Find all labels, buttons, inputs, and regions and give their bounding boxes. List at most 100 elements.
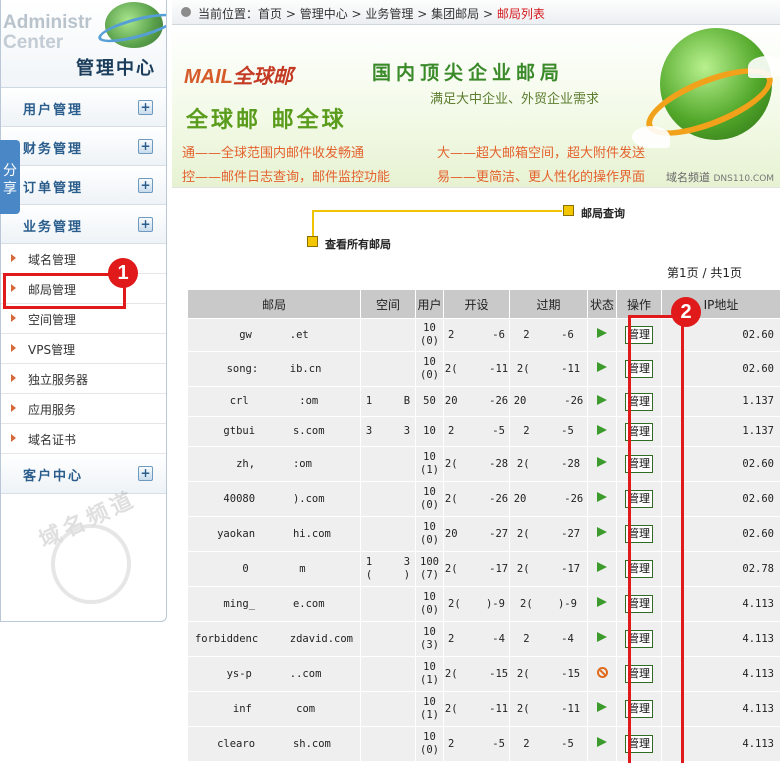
section-business-management[interactable]: 业务管理 + [1, 205, 166, 244]
sidebar: Administr Center 管理中心 用户管理 + 财务管理 + 订单管理… [0, 0, 167, 622]
sidebar-item-domain[interactable]: 域名管理 [1, 244, 166, 274]
sidebar-item-app-service[interactable]: 应用服务 [1, 394, 166, 424]
cell-expires: 20 -26 [509, 481, 588, 517]
square-bullet-icon [307, 236, 318, 247]
annotation-badge-2: 2 [671, 297, 701, 327]
cell-ip-text: 02.60 [742, 328, 774, 341]
sidebar-item-vps[interactable]: VPS管理 [1, 334, 166, 364]
cell-opened: 2( -26 [443, 481, 510, 517]
cell-ip-text: 1.137 [742, 425, 774, 437]
cell-users: 10 (0) [415, 351, 444, 387]
col-header-space: 空间 [360, 289, 416, 319]
cell-ip-text: 1.137 [742, 395, 774, 407]
cell-space [360, 318, 416, 352]
cell-opened-text: 2( -17 [444, 562, 509, 575]
cell-expires-text: 20 -26 [513, 395, 584, 407]
share-tab[interactable]: 分享 [0, 140, 20, 214]
cell-status [587, 691, 617, 727]
cell-expires-text: 2( -28 [516, 457, 581, 470]
mail-logo-en: MAIL [184, 66, 233, 88]
breadcrumb-link-business[interactable]: 业务管理 [365, 7, 413, 21]
cell-users-text: 10 (1) [420, 661, 439, 686]
annotation-badge-1: 1 [108, 258, 138, 288]
cell-space [360, 691, 416, 727]
connector-line [312, 210, 562, 212]
cell-space [360, 516, 416, 552]
breadcrumb-link-admin-center[interactable]: 管理中心 [300, 7, 348, 21]
square-bullet-icon [563, 205, 574, 216]
section-label: 订单管理 [23, 181, 84, 196]
cell-mailbox: 40080 ).com [187, 481, 361, 517]
section-label: 用户管理 [23, 103, 84, 118]
cell-users: 10 [415, 416, 444, 447]
cell-ip-text: 4.113 [742, 667, 774, 680]
cell-expires-text: 2( )-9 [520, 597, 577, 610]
cell-opened: 2( -17 [443, 551, 510, 587]
sidebar-item-label: 独立服务器 [28, 373, 89, 387]
triangle-right-icon [11, 344, 16, 352]
cell-ip-text: 02.60 [742, 492, 774, 505]
breadcrumb-trail: 当前位置：首页 > 管理中心 > 业务管理 > 集团邮局 > 邮局列表 [198, 5, 545, 22]
cell-space [360, 481, 416, 517]
cell-mailbox: crl :om [187, 386, 361, 417]
section-user-management[interactable]: 用户管理 + [1, 88, 166, 127]
cell-users-text: 10 (0) [420, 356, 439, 381]
cell-ip-text: 4.113 [742, 632, 774, 645]
cell-expires: 2( -11 [509, 691, 588, 727]
sidebar-item-dedicated-server[interactable]: 独立服务器 [1, 364, 166, 394]
table-row: zh, :om 10 (1) 2( -28 2( -28 管理 02.60 [187, 446, 780, 482]
cell-users-text: 10 [423, 425, 436, 437]
wing-icon [748, 56, 780, 78]
play-triangle-icon [597, 328, 607, 338]
cell-space [360, 726, 416, 762]
cell-ip-text: 02.60 [742, 527, 774, 540]
globe-logo-icon [105, 2, 163, 48]
cell-opened-text: 2 -4 [448, 632, 505, 645]
banner-feature: 易——更简洁、更人性化的操作界面 [437, 170, 646, 185]
brand-cn: 域名频道 [666, 171, 710, 184]
cell-opened-text: 2( -28 [444, 457, 509, 470]
cell-mailbox-text: yaokan hi.com [217, 527, 331, 540]
sidebar-item-label: 域名证书 [28, 433, 77, 447]
triangle-right-icon [11, 314, 16, 322]
annotation-box-2 [628, 315, 684, 763]
expand-plus-icon[interactable]: + [138, 466, 153, 481]
table-row: yaokan hi.com 10 (0) 20 -27 2( -27 管理 02.60 [187, 516, 780, 552]
triangle-right-icon [11, 254, 16, 262]
expand-plus-icon[interactable]: + [138, 100, 153, 115]
col-header-opened: 开设 [443, 289, 510, 319]
banner-headline: 国内顶尖企业邮局 [372, 62, 565, 84]
section-customer-center[interactable]: 客户中心 + [1, 454, 166, 494]
breadcrumb-link-home[interactable]: 首页 [258, 7, 282, 21]
cell-users: 10 (1) [415, 656, 444, 692]
cell-opened-text: 2 -5 [448, 737, 505, 750]
mail-query-link[interactable]: 邮局查询 [581, 205, 625, 221]
table-row: gtbui s.com 3 3 10 2 -5 2 -5 管理 1.137 [187, 416, 780, 447]
cell-mailbox: gw .et [187, 318, 361, 352]
breadcrumb-link-group-mail[interactable]: 集团邮局 [431, 7, 479, 21]
cell-expires: 2( )-9 [509, 586, 588, 622]
cell-users: 10 (0) [415, 726, 444, 762]
cell-mailbox: ming_ e.com [187, 586, 361, 622]
sidebar-item-ssl-certificate[interactable]: 域名证书 [1, 424, 166, 454]
cell-users-text: 10 (3) [420, 626, 439, 651]
breadcrumb-current: 邮局列表 [496, 7, 545, 21]
cell-users-text: 10 (0) [420, 486, 439, 511]
expand-plus-icon[interactable]: + [138, 178, 153, 193]
cell-mailbox-text: 40080 ).com [223, 492, 325, 505]
pagination-info: 第1页 / 共1页 [667, 266, 742, 280]
section-order-management[interactable]: 订单管理 + [1, 166, 166, 205]
expand-plus-icon[interactable]: + [138, 139, 153, 154]
cell-ip-text: 4.113 [742, 702, 774, 715]
col-header-status: 状态 [587, 289, 617, 319]
breadcrumb-separator: > [282, 7, 300, 21]
cell-opened: 20 -27 [443, 516, 510, 552]
brand-en: DNS110.COM [713, 174, 775, 184]
cell-mailbox-text: crl :om [229, 395, 319, 407]
cell-ip-text: 4.113 [742, 597, 774, 610]
banner-feature: 大——超大邮箱空间，超大附件发送 [437, 146, 646, 161]
view-all-mail-link[interactable]: 查看所有邮局 [325, 236, 391, 252]
cell-expires-text: 2( -27 [516, 527, 581, 540]
section-finance-management[interactable]: 财务管理 + [1, 127, 166, 166]
expand-plus-icon[interactable]: + [138, 217, 153, 232]
